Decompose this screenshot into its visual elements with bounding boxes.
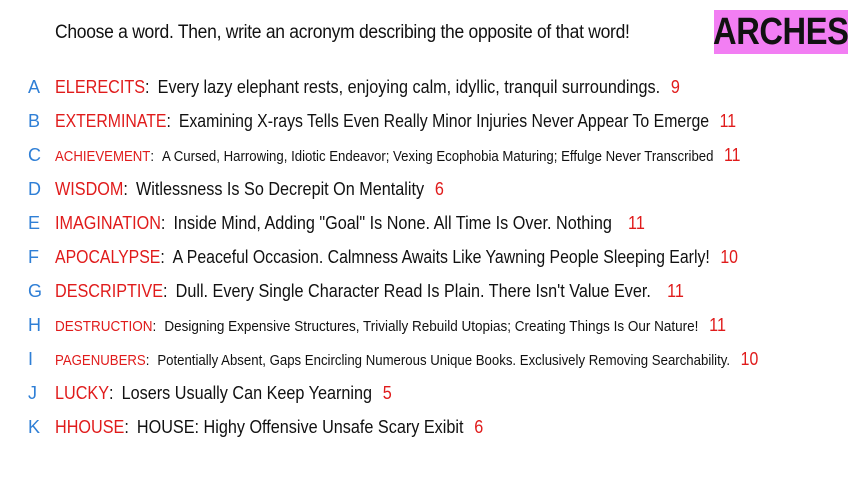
entry-line: APOCALYPSE: A Peaceful Occasion. Calmness… — [55, 247, 738, 268]
entry-letter: A — [28, 76, 41, 97]
entry-acronym: Losers Usually Can Keep Yearning — [121, 382, 373, 403]
instruction-text: Choose a word. Then, write an acronym de… — [55, 22, 630, 43]
entry-count: 9 — [670, 76, 680, 97]
entry-letter: D — [28, 178, 41, 199]
entry-acronym: Examining X-rays Tells Even Really Minor… — [178, 110, 710, 131]
entry-count: 11 — [719, 110, 737, 131]
entry-word: PAGENUBERS — [55, 351, 146, 369]
entry-colon: : — [109, 382, 114, 403]
entry-word: ACHIEVEMENT — [55, 147, 151, 165]
entry-colon: : — [145, 76, 150, 97]
entry-acronym: Inside Mind, Adding "Goal" Is None. All … — [173, 212, 612, 233]
entry-word: DESTRUCTION — [55, 317, 153, 335]
entry-word: DESCRIPTIVE — [55, 280, 164, 301]
entry-colon: : — [150, 147, 155, 165]
entry-acronym: Dull. Every Single Character Read Is Pla… — [175, 280, 651, 301]
entry-line: ELERECITS: Every lazy elephant rests, enj… — [55, 77, 680, 98]
entry-line: DESCRIPTIVE: Dull. Every Single Character… — [55, 281, 684, 302]
entry-letter: F — [28, 246, 39, 267]
entry-colon: : — [152, 317, 157, 335]
entry-word: HHOUSE — [55, 416, 125, 437]
entry-count: 6 — [434, 178, 444, 199]
entry-count: 6 — [474, 416, 484, 437]
entry-row: B EXTERMINATE: Examining X-rays Tells Eve… — [0, 104, 853, 138]
entry-acronym: A Cursed, Harrowing, Idiotic Endeavor; V… — [161, 147, 714, 165]
entry-row: K HHOUSE: HOUSE: Highy Offensive Unsafe S… — [0, 410, 853, 444]
entry-line: IMAGINATION: Inside Mind, Adding "Goal" I… — [55, 213, 645, 234]
entry-row: C ACHIEVEMENT: A Cursed, Harrowing, Idiot… — [0, 138, 853, 172]
entry-word: WISDOM — [55, 178, 124, 199]
entry-row: F APOCALYPSE: A Peaceful Occasion. Calmne… — [0, 240, 853, 274]
entry-colon: : — [145, 351, 150, 369]
entry-colon: : — [166, 110, 171, 131]
entry-letter: K — [28, 416, 41, 437]
entry-count: 11 — [667, 280, 684, 301]
entry-count: 11 — [628, 212, 645, 233]
entry-acronym: HOUSE: Highy Offensive Unsafe Scary Exib… — [136, 416, 464, 437]
entry-line: LUCKY: Losers Usually Can Keep Yearning 5 — [55, 383, 392, 404]
entry-acronym: A Peaceful Occasion. Calmness Awaits Lik… — [172, 246, 710, 267]
entry-word: EXTERMINATE — [55, 110, 167, 131]
entry-row: H DESTRUCTION: Designing Expensive Struct… — [0, 308, 853, 342]
entry-letter: B — [28, 110, 41, 131]
entry-line: ACHIEVEMENT: A Cursed, Harrowing, Idiotic… — [55, 145, 740, 166]
entry-colon: : — [163, 280, 168, 301]
entry-acronym: Potentially Absent, Gaps Encircling Nume… — [157, 351, 731, 369]
entry-line: HHOUSE: HOUSE: Highy Offensive Unsafe Sca… — [55, 417, 483, 438]
entry-letter: I — [28, 348, 34, 369]
entry-count: 11 — [724, 144, 741, 165]
entry-line: DESTRUCTION: Designing Expensive Structur… — [55, 315, 726, 336]
entry-row: E IMAGINATION: Inside Mind, Adding "Goal"… — [0, 206, 853, 240]
entry-colon: : — [160, 246, 165, 267]
entry-count: 10 — [740, 348, 759, 369]
entry-acronym: Witlessness Is So Decrepit On Mentality — [136, 178, 425, 199]
entry-colon: : — [160, 212, 166, 233]
entry-acronym: Designing Expensive Structures, Triviall… — [164, 317, 699, 335]
entry-row: G DESCRIPTIVE: Dull. Every Single Charact… — [0, 274, 853, 308]
entry-colon: : — [124, 416, 129, 437]
entry-line: WISDOM: Witlessness Is So Decrepit On Men… — [55, 179, 444, 200]
entry-count: 11 — [709, 314, 726, 335]
entry-word: IMAGINATION — [55, 212, 161, 233]
entry-letter: E — [28, 212, 41, 233]
entry-letter: C — [28, 144, 41, 165]
entry-letter: H — [28, 314, 41, 335]
entry-row: D WISDOM: Witlessness Is So Decrepit On M… — [0, 172, 853, 206]
brand-label: ARCHES — [713, 10, 849, 53]
entry-word: LUCKY — [55, 382, 110, 403]
entry-colon: : — [123, 178, 128, 199]
entry-line: EXTERMINATE: Examining X-rays Tells Even … — [55, 111, 736, 132]
entry-line: PAGENUBERS: Potentially Absent, Gaps Enci… — [55, 349, 758, 370]
entry-acronym: Every lazy elephant rests, enjoying calm… — [157, 76, 661, 97]
entry-row: A ELERECITS: Every lazy elephant rests, e… — [0, 70, 853, 104]
entry-row: I PAGENUBERS: Potentially Absent, Gaps En… — [0, 342, 853, 376]
entry-count: 10 — [720, 246, 738, 267]
entry-row: J LUCKY: Losers Usually Can Keep Yearning… — [0, 376, 853, 410]
entry-word: APOCALYPSE — [55, 246, 161, 267]
entry-word: ELERECITS — [55, 76, 146, 97]
entry-letter: G — [28, 280, 43, 301]
entry-count: 5 — [382, 382, 392, 403]
entry-letter: J — [28, 382, 37, 403]
brand-badge: ARCHES — [713, 10, 849, 54]
